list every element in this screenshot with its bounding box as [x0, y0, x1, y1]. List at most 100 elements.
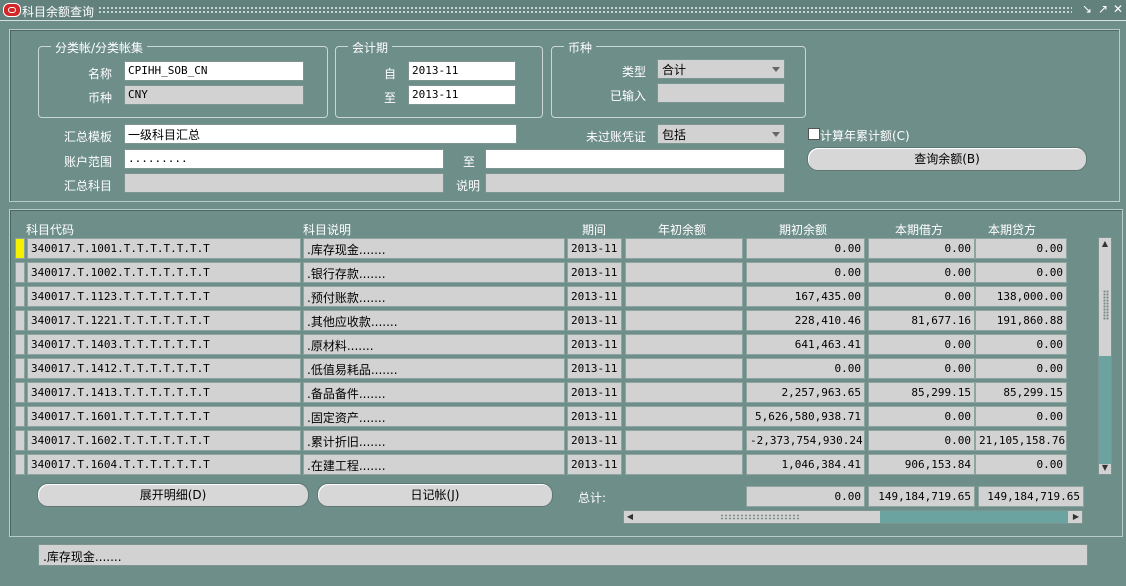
- cell-period-begin[interactable]: 167,435.00: [746, 286, 865, 307]
- ledger-name-field[interactable]: CPIHH_SOB_CN: [124, 61, 304, 81]
- journal-button[interactable]: 日记帐(J): [317, 483, 553, 507]
- scroll-right-icon[interactable]: ▶: [1070, 511, 1082, 523]
- row-selector[interactable]: [15, 262, 25, 283]
- cell-account-code[interactable]: 340017.T.1602.T.T.T.T.T.T.T: [27, 430, 301, 451]
- cell-period-credit[interactable]: 85,299.15: [975, 382, 1067, 403]
- cell-description[interactable]: .银行存款.......: [303, 262, 565, 283]
- scroll-thumb[interactable]: [1099, 356, 1111, 464]
- period-to-field[interactable]: 2013-11: [408, 85, 516, 105]
- cell-description[interactable]: .原材料.......: [303, 334, 565, 355]
- cell-year-begin[interactable]: [625, 286, 743, 307]
- currency-type-select[interactable]: 合计: [657, 59, 785, 79]
- cell-account-code[interactable]: 340017.T.1001.T.T.T.T.T.T.T: [27, 238, 301, 259]
- row-selector[interactable]: [15, 382, 25, 403]
- maximize-icon[interactable]: ↗: [1096, 2, 1110, 16]
- cell-period[interactable]: 2013-11: [567, 406, 622, 427]
- cell-period[interactable]: 2013-11: [567, 286, 622, 307]
- cell-period-credit[interactable]: 0.00: [975, 334, 1067, 355]
- cell-period-credit[interactable]: 138,000.00: [975, 286, 1067, 307]
- unposted-select[interactable]: 包括: [657, 124, 785, 144]
- expand-detail-button[interactable]: 展开明细(D): [37, 483, 309, 507]
- row-selector[interactable]: [15, 334, 25, 355]
- cell-period-begin[interactable]: 0.00: [746, 358, 865, 379]
- query-balance-button[interactable]: 查询余额(B): [807, 147, 1087, 171]
- cell-period[interactable]: 2013-11: [567, 382, 622, 403]
- cell-description[interactable]: .备品备件.......: [303, 382, 565, 403]
- row-selector[interactable]: [15, 310, 25, 331]
- cell-period-debit[interactable]: 0.00: [868, 406, 975, 427]
- row-selector[interactable]: [15, 238, 25, 259]
- cell-year-begin[interactable]: [625, 238, 743, 259]
- cell-account-code[interactable]: 340017.T.1221.T.T.T.T.T.T.T: [27, 310, 301, 331]
- cell-account-code[interactable]: 340017.T.1601.T.T.T.T.T.T.T: [27, 406, 301, 427]
- cell-description[interactable]: .库存现金.......: [303, 238, 565, 259]
- cell-period-debit[interactable]: 0.00: [868, 430, 975, 451]
- cell-period[interactable]: 2013-11: [567, 334, 622, 355]
- cell-period[interactable]: 2013-11: [567, 430, 622, 451]
- cell-period-credit[interactable]: 191,860.88: [975, 310, 1067, 331]
- cell-year-begin[interactable]: [625, 454, 743, 475]
- close-icon[interactable]: ✕: [1111, 2, 1125, 16]
- scroll-thumb[interactable]: [880, 511, 1068, 523]
- cell-period-debit[interactable]: 906,153.84: [868, 454, 975, 475]
- row-selector[interactable]: [15, 358, 25, 379]
- cell-period-debit[interactable]: 0.00: [868, 358, 975, 379]
- summary-template-field[interactable]: 一级科目汇总: [124, 124, 517, 144]
- cell-year-begin[interactable]: [625, 262, 743, 283]
- account-range-to-field[interactable]: [485, 149, 785, 169]
- cell-period[interactable]: 2013-11: [567, 238, 622, 259]
- cell-account-code[interactable]: 340017.T.1403.T.T.T.T.T.T.T: [27, 334, 301, 355]
- cell-period[interactable]: 2013-11: [567, 454, 622, 475]
- cell-description[interactable]: .预付账款.......: [303, 286, 565, 307]
- vertical-scrollbar[interactable]: ▲ ▼: [1098, 237, 1112, 475]
- cell-year-begin[interactable]: [625, 358, 743, 379]
- row-selector[interactable]: [15, 286, 25, 307]
- scroll-left-icon[interactable]: ◀: [624, 511, 636, 523]
- horizontal-scrollbar[interactable]: ◀ ▶: [623, 510, 1083, 524]
- cell-period-debit[interactable]: 0.00: [868, 238, 975, 259]
- cell-period-debit[interactable]: 0.00: [868, 286, 975, 307]
- cell-description[interactable]: .累计折旧.......: [303, 430, 565, 451]
- account-range-from-field[interactable]: .........: [124, 149, 444, 169]
- cell-year-begin[interactable]: [625, 430, 743, 451]
- scroll-up-icon[interactable]: ▲: [1099, 238, 1111, 250]
- cell-period-begin[interactable]: 228,410.46: [746, 310, 865, 331]
- cell-period-credit[interactable]: 0.00: [975, 358, 1067, 379]
- scroll-down-icon[interactable]: ▼: [1099, 462, 1111, 474]
- row-selector[interactable]: [15, 454, 25, 475]
- cell-period-debit[interactable]: 0.00: [868, 334, 975, 355]
- period-from-field[interactable]: 2013-11: [408, 61, 516, 81]
- cell-period-credit[interactable]: 0.00: [975, 238, 1067, 259]
- minimize-icon[interactable]: ↘: [1080, 2, 1094, 16]
- cell-year-begin[interactable]: [625, 334, 743, 355]
- row-selector[interactable]: [15, 430, 25, 451]
- cell-year-begin[interactable]: [625, 406, 743, 427]
- cell-period-credit[interactable]: 0.00: [975, 454, 1067, 475]
- cell-account-code[interactable]: 340017.T.1413.T.T.T.T.T.T.T: [27, 382, 301, 403]
- cell-period-credit[interactable]: 0.00: [975, 406, 1067, 427]
- cell-period-begin[interactable]: -2,373,754,930.24: [746, 430, 865, 451]
- cell-period-credit[interactable]: 21,105,158.76: [975, 430, 1067, 451]
- cell-period-debit[interactable]: 81,677.16: [868, 310, 975, 331]
- cell-period-credit[interactable]: 0.00: [975, 262, 1067, 283]
- cell-account-code[interactable]: 340017.T.1604.T.T.T.T.T.T.T: [27, 454, 301, 475]
- cell-period-begin[interactable]: 641,463.41: [746, 334, 865, 355]
- row-selector[interactable]: [15, 406, 25, 427]
- cell-year-begin[interactable]: [625, 382, 743, 403]
- cell-period-debit[interactable]: 85,299.15: [868, 382, 975, 403]
- cell-period-debit[interactable]: 0.00: [868, 262, 975, 283]
- cell-year-begin[interactable]: [625, 310, 743, 331]
- cell-description[interactable]: .其他应收款.......: [303, 310, 565, 331]
- cell-description[interactable]: .固定资产.......: [303, 406, 565, 427]
- cell-period[interactable]: 2013-11: [567, 262, 622, 283]
- cell-account-code[interactable]: 340017.T.1412.T.T.T.T.T.T.T: [27, 358, 301, 379]
- cell-description[interactable]: .低值易耗品.......: [303, 358, 565, 379]
- cell-period-begin[interactable]: 1,046,384.41: [746, 454, 865, 475]
- cell-account-code[interactable]: 340017.T.1002.T.T.T.T.T.T.T: [27, 262, 301, 283]
- cell-period-begin[interactable]: 0.00: [746, 262, 865, 283]
- cell-period[interactable]: 2013-11: [567, 358, 622, 379]
- cell-period-begin[interactable]: 2,257,963.65: [746, 382, 865, 403]
- cell-period-begin[interactable]: 5,626,580,938.71: [746, 406, 865, 427]
- cell-account-code[interactable]: 340017.T.1123.T.T.T.T.T.T.T: [27, 286, 301, 307]
- cell-description[interactable]: .在建工程.......: [303, 454, 565, 475]
